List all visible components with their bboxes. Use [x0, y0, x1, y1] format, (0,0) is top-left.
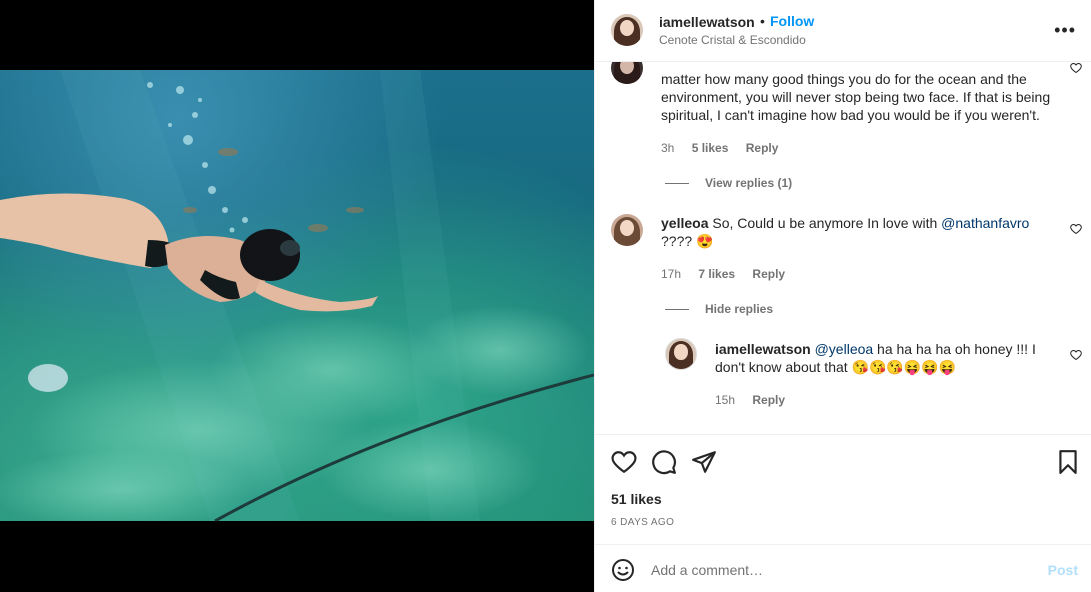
divider-line: [665, 182, 689, 184]
bookmark-icon[interactable]: [1055, 449, 1081, 475]
reply-username[interactable]: iamellewatson: [715, 341, 811, 357]
reply-button[interactable]: Reply: [752, 393, 785, 407]
heart-icon[interactable]: [1070, 223, 1082, 235]
underwater-swimmer-image: [0, 70, 594, 521]
comments-list[interactable]: matter how many good things you do for t…: [595, 62, 1091, 434]
follow-button[interactable]: Follow: [770, 13, 814, 29]
comment-body-cont: ???? 😍: [661, 233, 714, 249]
post-comment-button[interactable]: Post: [1048, 562, 1078, 578]
add-comment-bar: Post: [595, 544, 1091, 592]
comment-likes[interactable]: 5 likes: [692, 141, 729, 155]
comment-icon[interactable]: [651, 449, 677, 475]
comment-meta: 3h 5 likes Reply: [661, 141, 778, 155]
paper-plane-icon[interactable]: [691, 449, 717, 475]
hide-replies-label: Hide replies: [705, 302, 774, 316]
heart-icon[interactable]: [1070, 349, 1082, 361]
smiley-icon[interactable]: [611, 558, 635, 582]
post-header: iamellewatson • Follow Cenote Cristal & …: [595, 0, 1091, 62]
comment-time[interactable]: 3h: [661, 141, 674, 155]
avatar[interactable]: [611, 214, 643, 246]
post-author-username[interactable]: iamellewatson: [659, 14, 755, 30]
post-date: 6 DAYS AGO: [611, 517, 675, 528]
comment-body: So, Could u be anymore In love with: [712, 215, 942, 231]
avatar[interactable]: [611, 14, 643, 46]
likes-count[interactable]: 51 likes: [611, 491, 662, 507]
reply-button[interactable]: Reply: [752, 267, 785, 281]
heart-icon[interactable]: [1070, 62, 1082, 74]
hide-replies-button[interactable]: Hide replies: [665, 302, 773, 316]
post-actions: 51 likes 6 DAYS AGO: [595, 434, 1091, 544]
comment-input[interactable]: [651, 558, 1031, 582]
comment-time[interactable]: 17h: [661, 267, 681, 281]
more-horizontal-icon[interactable]: •••: [1054, 20, 1076, 41]
reply-text: iamellewatson @yelleoa ha ha ha ha oh ho…: [715, 340, 1045, 376]
post-media: [0, 0, 594, 592]
avatar[interactable]: [665, 338, 697, 370]
mention-link[interactable]: @nathanfavro: [941, 215, 1029, 231]
comment-text: matter how many good things you do for t…: [661, 71, 1051, 123]
view-replies-label: View replies (1): [705, 176, 793, 190]
comment-meta: 17h 7 likes Reply: [661, 267, 785, 281]
view-replies-button[interactable]: View replies (1): [665, 176, 792, 190]
separator-dot: •: [760, 13, 765, 29]
reply-time[interactable]: 15h: [715, 393, 735, 407]
post-photo[interactable]: [0, 70, 594, 521]
avatar[interactable]: [611, 62, 643, 84]
comment-username[interactable]: yelleoa: [661, 215, 708, 231]
comment-text: yelleoa So, Could u be anymore In love w…: [661, 214, 1061, 250]
divider-line: [665, 308, 689, 310]
reply-button[interactable]: Reply: [746, 141, 779, 155]
comment-likes[interactable]: 7 likes: [698, 267, 735, 281]
post-location[interactable]: Cenote Cristal & Escondido: [659, 33, 806, 47]
heart-icon[interactable]: [611, 449, 637, 475]
post-sidebar: iamellewatson • Follow Cenote Cristal & …: [594, 0, 1091, 592]
reply-meta: 15h Reply: [715, 393, 785, 407]
post-viewer: iamellewatson • Follow Cenote Cristal & …: [0, 0, 1091, 592]
mention-link[interactable]: @yelleoa: [815, 341, 874, 357]
